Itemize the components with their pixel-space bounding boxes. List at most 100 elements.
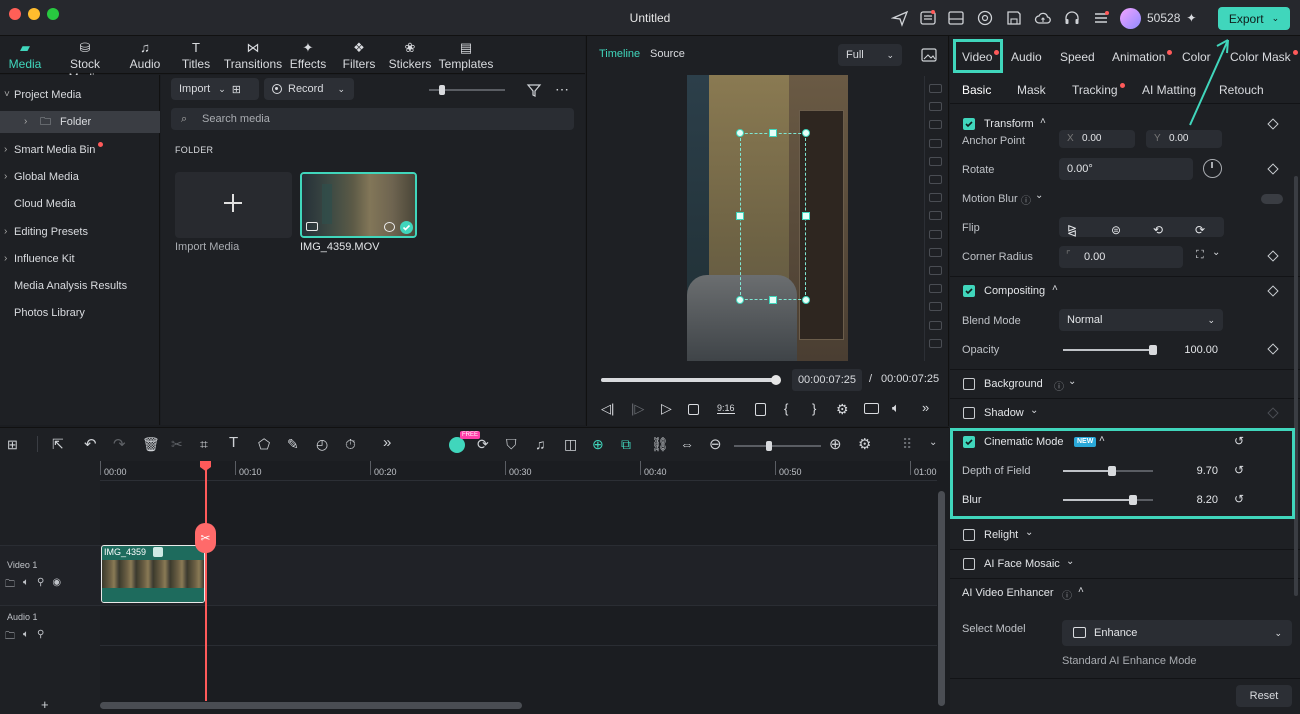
more-options-icon[interactable]: ⋯ <box>555 81 569 98</box>
play-icon[interactable]: ▷ <box>661 400 672 417</box>
stop-icon[interactable] <box>688 404 699 415</box>
chevron-right-icon[interactable]: › <box>4 221 7 243</box>
timeline-v-scrollbar[interactable] <box>938 491 945 706</box>
reset-button[interactable]: Reset <box>1236 685 1292 707</box>
support-headset-icon[interactable] <box>1063 9 1081 27</box>
reset-icon[interactable]: ↺ <box>1234 492 1244 506</box>
more-controls-icon[interactable]: » <box>922 400 929 415</box>
tree-item-media-analysis-results[interactable]: Media Analysis Results <box>0 275 160 297</box>
background-checkbox[interactable] <box>963 378 975 390</box>
tab-titles[interactable]: T Titles <box>180 40 212 71</box>
shape-icon[interactable]: ⬠ <box>258 436 274 452</box>
selection-box[interactable] <box>740 133 806 300</box>
tab-speed[interactable]: Speed <box>1060 50 1095 64</box>
blend-mode-select[interactable]: Normal ⌄ <box>1059 309 1223 331</box>
timer-icon[interactable]: ⏱︎ <box>345 436 361 452</box>
resize-handle[interactable] <box>802 296 810 304</box>
chevron-right-icon[interactable]: › <box>4 139 7 161</box>
tree-item-folder[interactable]: › 🗀︎ Folder <box>0 111 160 134</box>
subtab-tracking[interactable]: Tracking <box>1072 83 1125 97</box>
shield-icon[interactable]: ⛉ <box>506 436 522 452</box>
tab-audio[interactable]: Audio <box>1011 50 1042 64</box>
speed-icon[interactable]: ◴ <box>316 436 332 452</box>
timeline-ruler[interactable]: 00:00 00:10 00:20 00:30 00:40 00:50 01:00 <box>100 461 937 481</box>
resize-handle[interactable] <box>736 129 744 137</box>
tab-source[interactable]: Source <box>650 48 685 60</box>
current-time-field[interactable]: 00:00:07:25 <box>792 369 862 391</box>
resize-handle[interactable] <box>769 296 777 304</box>
lock-icon[interactable]: ⚲ <box>37 629 44 646</box>
chevron-right-icon[interactable]: › <box>4 248 7 270</box>
tab-audio[interactable]: ♫ Audio <box>128 40 162 71</box>
video-frame[interactable] <box>687 75 848 361</box>
chevron-up-icon[interactable]: ˄ <box>1099 434 1105 445</box>
next-marker-icon[interactable]: |▷ <box>631 401 644 417</box>
audio-beat-icon[interactable]: ♫ <box>535 436 551 452</box>
redo-icon[interactable]: ↷ <box>113 435 129 453</box>
subtab-basic[interactable]: Basic <box>962 83 991 97</box>
tree-item-photos-library[interactable]: Photos Library <box>0 302 160 324</box>
record-button[interactable]: Record ⌄ <box>264 78 354 100</box>
help-icon[interactable]: ⓘ <box>1054 378 1064 393</box>
panel-scrollbar[interactable] <box>1294 176 1298 596</box>
shadow-checkbox[interactable] <box>963 407 975 419</box>
export-button[interactable]: Export ⌄ <box>1218 7 1290 30</box>
render-preview-icon[interactable] <box>755 403 766 416</box>
face-mosaic-checkbox[interactable] <box>963 558 975 570</box>
flip-horizontal-icon[interactable]: ⧎ <box>1067 219 1077 241</box>
corner-radius-field[interactable]: 0.00 <box>1059 246 1183 268</box>
blur-value[interactable]: 8.20 <box>1160 494 1218 506</box>
tab-video[interactable]: Video <box>962 50 1000 64</box>
tree-item-cloud-media[interactable]: Cloud Media <box>0 193 160 215</box>
split-scissors-icon[interactable]: ✂ <box>195 523 216 553</box>
community-icon[interactable] <box>976 9 994 27</box>
opacity-slider-knob[interactable] <box>1149 345 1157 355</box>
blur-knob[interactable] <box>1129 495 1138 505</box>
unlink-icon[interactable]: ⛓︎ <box>651 436 669 452</box>
chevron-up-icon[interactable]: ˄ <box>1040 116 1046 127</box>
snap-magnet-icon[interactable]: ⊕ <box>592 436 608 452</box>
rotate-dial-icon[interactable] <box>1203 159 1222 178</box>
volume-icon[interactable]: 🔈︎ <box>892 400 900 416</box>
resize-handle[interactable] <box>802 129 810 137</box>
tab-effects[interactable]: ✦ Effects <box>286 40 330 71</box>
chevron-up-icon[interactable]: ˄ <box>1078 585 1084 596</box>
tab-transitions[interactable]: ⋈ Transitions <box>222 40 284 71</box>
subtab-mask[interactable]: Mask <box>1017 83 1046 97</box>
ai-robot-icon[interactable] <box>449 437 465 453</box>
zoom-slider-knob[interactable] <box>766 441 772 451</box>
settings-gear-icon[interactable]: ⚙ <box>836 401 849 418</box>
chevron-down-icon[interactable]: ˅ <box>4 84 10 106</box>
playhead-knob[interactable] <box>771 375 781 385</box>
help-icon[interactable]: ⓘ <box>1062 587 1072 602</box>
lock-icon[interactable]: ⚲ <box>37 577 44 594</box>
keyframe-icon[interactable] <box>1267 118 1279 130</box>
tab-color-mask[interactable]: Color Mask <box>1230 50 1298 64</box>
help-icon[interactable]: ⓘ <box>1021 192 1031 207</box>
save-icon[interactable] <box>1005 9 1023 27</box>
model-select[interactable]: Enhance ⌄ <box>1062 620 1292 646</box>
chevron-down-icon[interactable]: ⌄ <box>1030 405 1038 416</box>
split-scissors-icon[interactable]: ✂ <box>171 436 187 452</box>
depth-of-field-slider[interactable] <box>1063 466 1153 476</box>
expand-corners-icon[interactable]: ⛶ <box>1196 249 1204 262</box>
zoom-in-icon[interactable]: ⊕ <box>829 435 845 453</box>
folder-icon[interactable]: 🗀︎ <box>5 629 15 646</box>
slider-knob[interactable] <box>439 85 445 95</box>
compositing-checkbox[interactable] <box>963 285 975 297</box>
eye-icon[interactable]: ◉ <box>52 577 61 594</box>
timeline-h-scrollbar[interactable] <box>100 702 522 709</box>
chevron-down-icon[interactable]: ⌄ <box>1068 376 1076 387</box>
reset-icon[interactable]: ↺ <box>1234 434 1244 448</box>
fit-timeline-icon[interactable]: ⇔ <box>680 436 696 452</box>
zoom-select[interactable]: Full ⌄ <box>838 44 902 66</box>
menu-list-icon[interactable] <box>1092 9 1110 27</box>
chevron-down-icon[interactable]: ⌄ <box>929 437 945 453</box>
delete-trash-icon[interactable]: 🗑︎ <box>142 436 160 452</box>
tab-animation[interactable]: Animation <box>1112 50 1173 64</box>
aspect-ratio-button[interactable]: 9:16 <box>717 403 735 414</box>
folder-icon[interactable]: 🗀︎ <box>5 577 15 594</box>
keyframe-icon[interactable] <box>1267 163 1279 175</box>
tree-item-editing-presets[interactable]: › Editing Presets <box>0 221 160 243</box>
news-icon[interactable] <box>919 9 937 27</box>
